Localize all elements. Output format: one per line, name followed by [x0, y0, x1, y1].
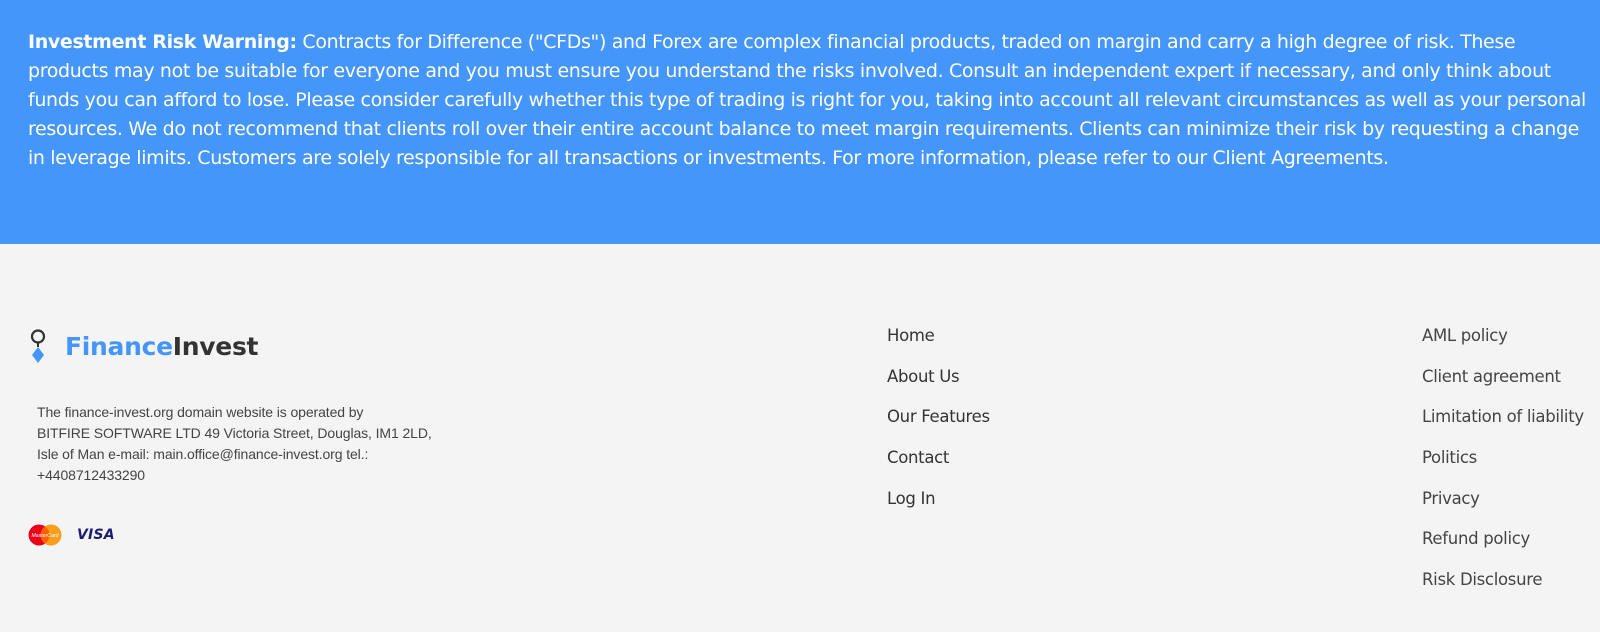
footer-nav-item: AML policy: [1422, 326, 1584, 367]
footer-nav-item: Client agreement: [1422, 367, 1584, 408]
payment-methods: MasterCard VISA: [27, 524, 115, 546]
footer-nav-item: Home: [887, 326, 990, 367]
brand-logo[interactable]: FinanceInvest: [28, 329, 258, 365]
nav-link-our-features[interactable]: Our Features: [887, 407, 990, 448]
risk-warning-banner: Investment Risk Warning: Contracts for D…: [0, 0, 1600, 244]
nav-link-aml-policy[interactable]: AML policy: [1422, 326, 1584, 367]
risk-warning-text: Investment Risk Warning: Contracts for D…: [28, 28, 1588, 173]
mastercard-icon: MasterCard: [28, 524, 62, 546]
company-info-line: BITFIRE SOFTWARE LTD 49 Victoria Street,…: [37, 425, 432, 441]
nav-link-privacy[interactable]: Privacy: [1422, 489, 1584, 530]
brand-name-part2: Invest: [172, 332, 259, 361]
nav-link-politics[interactable]: Politics: [1422, 448, 1584, 489]
footer-nav-item: Refund policy: [1422, 529, 1584, 570]
risk-warning-label: Investment Risk Warning:: [28, 31, 297, 53]
footer-nav-item: Our Features: [887, 407, 990, 448]
brand-name: FinanceInvest: [65, 329, 258, 365]
footer-nav-item: Risk Disclosure: [1422, 570, 1584, 611]
footer-nav-item: Privacy: [1422, 489, 1584, 530]
nav-link-about-us[interactable]: About Us: [887, 367, 990, 408]
footer-nav-item: Limitation of liability: [1422, 407, 1584, 448]
footer-nav-item: Contact: [887, 448, 990, 489]
location-pin-icon: [30, 329, 46, 363]
nav-link-limitation-of-liability[interactable]: Limitation of liability: [1422, 407, 1584, 448]
site-footer: FinanceInvest The finance-invest.org dom…: [0, 244, 1600, 632]
footer-nav-legal: AML policy Client agreement Limitation o…: [1422, 326, 1584, 611]
company-info-line: The finance-invest.org domain website is…: [37, 404, 364, 420]
company-info: The finance-invest.org domain website is…: [37, 402, 467, 486]
footer-nav-item: Log In: [887, 489, 990, 530]
footer-nav-item: Politics: [1422, 448, 1584, 489]
nav-link-home[interactable]: Home: [887, 326, 990, 367]
mastercard-label: MasterCard: [31, 533, 59, 539]
nav-link-contact[interactable]: Contact: [887, 448, 990, 489]
nav-link-refund-policy[interactable]: Refund policy: [1422, 529, 1584, 570]
footer-nav-item: About Us: [887, 367, 990, 408]
company-info-line: Isle of Man e-mail: main.office@finance-…: [37, 446, 369, 462]
footer-nav-main: Home About Us Our Features Contact Log I…: [887, 326, 990, 529]
nav-link-risk-disclosure[interactable]: Risk Disclosure: [1422, 570, 1584, 611]
nav-link-client-agreement[interactable]: Client agreement: [1422, 367, 1584, 408]
nav-link-log-in[interactable]: Log In: [887, 489, 990, 530]
company-info-line: +4408712433290: [37, 467, 145, 483]
brand-name-part1: Finance: [65, 332, 173, 361]
visa-icon: VISA: [77, 527, 115, 543]
